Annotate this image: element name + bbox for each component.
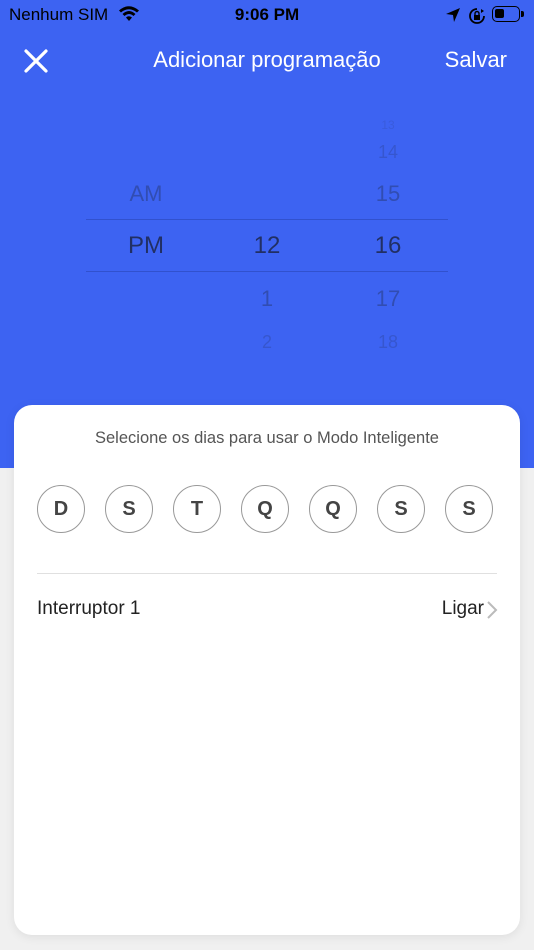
picker-bottom-divider [86,271,448,272]
switch-label: Interruptor 1 [37,598,141,619]
days-instruction: Selecione os dias para usar o Modo Intel… [95,429,439,447]
status-bar: Nenhum SIM 9:06 PM [0,0,534,32]
hour-option[interactable]: 2 [227,332,307,353]
orientation-lock-icon [469,8,485,24]
schedule-card: Selecione os dias para usar o Modo Intel… [14,405,520,935]
day-button-thursday[interactable]: Q [309,485,357,533]
day-button-saturday[interactable]: S [445,485,493,533]
day-button-monday[interactable]: S [105,485,153,533]
picker-top-divider [86,219,448,220]
chevron-right-icon[interactable] [486,600,498,620]
minute-option[interactable]: 18 [348,332,428,353]
ampm-option-am[interactable]: AM [106,181,186,207]
minute-option[interactable]: 13 [348,118,428,132]
battery-tip [521,11,524,17]
battery-icon [492,6,520,22]
hour-option[interactable]: 1 [227,286,307,312]
minute-option[interactable]: 15 [348,181,428,207]
ampm-selected[interactable]: PM [106,232,186,260]
switch-action-value[interactable]: Ligar [442,598,484,620]
day-button-wednesday[interactable]: Q [241,485,289,533]
day-button-tuesday[interactable]: T [173,485,221,533]
location-arrow-icon [446,8,460,22]
day-button-sunday[interactable]: D [37,485,85,533]
minute-selected[interactable]: 16 [348,232,428,260]
save-button[interactable]: Salvar [445,47,507,73]
minute-option[interactable]: 14 [348,142,428,163]
day-button-friday[interactable]: S [377,485,425,533]
hour-selected[interactable]: 12 [227,232,307,260]
divider [37,573,497,574]
minute-option[interactable]: 17 [348,286,428,312]
